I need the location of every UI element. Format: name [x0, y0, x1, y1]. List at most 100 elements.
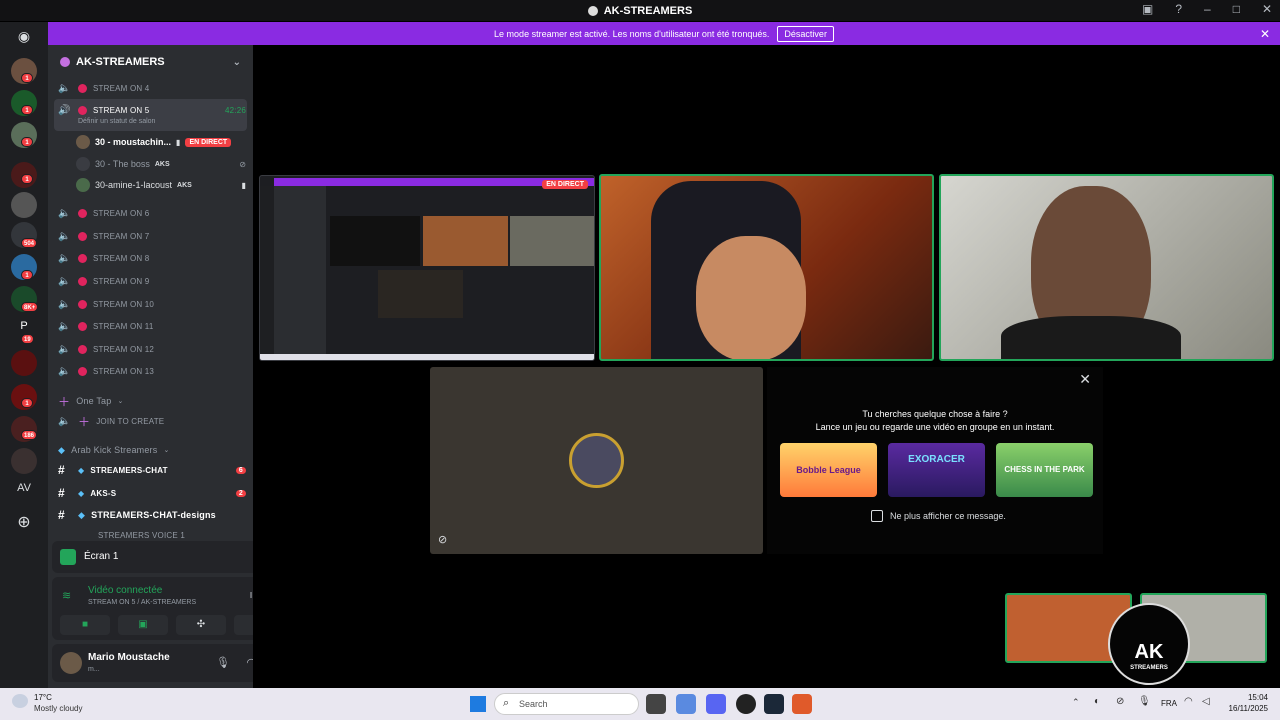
speaker-icon: 🔈 [58, 415, 71, 427]
windows-start-icon[interactable] [470, 696, 486, 712]
voice-channel[interactable]: 🔈 STREAM ON 11 [58, 317, 246, 335]
voice-channel[interactable]: 🔈 STREAM ON 4 [58, 79, 246, 97]
maximize-icon[interactable]: □ [1233, 2, 1240, 16]
game-card[interactable]: EXORACER [888, 443, 985, 497]
discord-taskbar-icon[interactable] [706, 694, 726, 714]
tray-icon[interactable]: ◐ [1094, 696, 1100, 707]
server-icon[interactable] [11, 448, 37, 474]
text-channel[interactable]: # ◆ AKS-S 2 [58, 484, 246, 502]
language-indicator[interactable]: FRA [1161, 699, 1177, 708]
microphone-icon[interactable]: 🎙 [1138, 696, 1151, 707]
avatar[interactable] [60, 652, 82, 674]
channel-emoji [78, 105, 87, 115]
channel-status[interactable]: Définir un statut de salon [78, 118, 155, 125]
weather-cloud-icon[interactable] [12, 694, 28, 708]
text-channel[interactable]: # ◆ STREAMERS-CHAT 6 [58, 461, 246, 479]
task-view-icon[interactable] [646, 694, 666, 714]
server-icon[interactable] [11, 350, 37, 376]
server-label[interactable]: AV [11, 482, 37, 500]
server-badge: 1 [21, 270, 33, 280]
server-badge: 1 [21, 174, 33, 184]
voice-channel[interactable]: 🔈 STREAM ON 6 [58, 204, 246, 222]
text-channel[interactable]: # ◆ STREAMERS-CHAT-designs [58, 506, 246, 524]
video-tile-amine[interactable] [939, 174, 1274, 361]
taskbar-search[interactable]: ⌕ Search [494, 693, 639, 715]
ak-streamers-logo: AK STREAMERS [1108, 603, 1190, 685]
user-name[interactable]: Mario Moustache [88, 652, 170, 663]
activity-title: Tu cherches quelque chose à faire ? [862, 409, 1008, 419]
game-card[interactable]: CHESS IN THE PARK [996, 443, 1093, 497]
game-card[interactable]: Bobble League [780, 443, 877, 497]
unread-badge: 2 [235, 489, 246, 497]
steam-icon[interactable] [764, 694, 784, 714]
voice-channel-path[interactable]: STREAM ON 5 / AK-STREAMERS [88, 599, 196, 606]
voice-channel-active[interactable]: 🔊 STREAM ON 5 42:26 [58, 101, 246, 119]
voice-status[interactable]: Vidéo connectée [88, 585, 162, 596]
close-icon[interactable]: ✕ [1262, 2, 1272, 16]
clock-date[interactable]: 16/11/2025 [1218, 704, 1268, 713]
wifi-icon[interactable]: ◠ [1184, 696, 1193, 707]
activities-icon[interactable]: ✣ [176, 615, 226, 635]
voice-channel[interactable]: 🔈 STREAM ON 12 [58, 340, 246, 358]
server-logo-icon [587, 5, 598, 16]
join-to-create-channel[interactable]: 🔈 ＋ JOIN TO CREATE [58, 412, 246, 430]
voice-channel[interactable]: 🔈 STREAM ON 9 [58, 272, 246, 290]
voice-channel[interactable]: 🔈 STREAM ON 8 [58, 249, 246, 267]
banner-text: Le mode streamer est activé. Les noms d'… [494, 28, 770, 39]
obs-icon[interactable] [736, 694, 756, 714]
speaker-icon: 🔊 [58, 104, 71, 116]
discord-icon[interactable]: ◉ [11, 28, 37, 48]
hash-icon: # [58, 508, 65, 522]
streamer-mode-banner: Le mode streamer est activé. Les noms d'… [48, 22, 1280, 45]
channel-emoji [78, 366, 87, 376]
weather-temp[interactable]: 17°C [34, 693, 52, 702]
disable-streamer-mode-button[interactable]: Désactiver [777, 25, 834, 42]
copilot-icon[interactable] [676, 694, 696, 714]
category-arab-kick[interactable]: ◆ Arab Kick Streamers ⌄ [58, 441, 246, 459]
voice-timer: 42:26 [224, 105, 246, 115]
server-icon[interactable] [11, 192, 37, 218]
add-server-icon[interactable]: ⊕ [11, 512, 37, 532]
text-channel-cut[interactable]: STREAMERS VOICE 1 [58, 531, 246, 539]
voice-channel[interactable]: 🔈 STREAM ON 7 [58, 227, 246, 245]
inbox-icon[interactable]: ▣ [1142, 2, 1153, 16]
tray-icon[interactable]: ⊘ [1116, 696, 1124, 707]
volume-icon[interactable]: ◁ [1202, 696, 1210, 707]
screen-share-icon [60, 549, 76, 565]
video-tile-moustache[interactable] [599, 174, 934, 361]
clock-time[interactable]: 15:04 [1226, 693, 1268, 702]
weather-desc[interactable]: Mostly cloudy [34, 704, 82, 713]
close-icon[interactable]: ✕ [1079, 371, 1091, 388]
banner-close-icon[interactable]: ✕ [1260, 27, 1270, 41]
screen-share-icon[interactable]: ▣ [118, 615, 168, 635]
microphone-icon[interactable]: 🎙 [216, 656, 230, 669]
screen-share-tile[interactable]: EN DIRECT [259, 175, 595, 361]
voice-member[interactable]: 30 - The boss AKS ⊘ [76, 155, 246, 173]
chevron-down-icon: ⌄ [117, 398, 124, 405]
dont-show-checkbox[interactable] [871, 510, 883, 522]
avatar-tile[interactable]: ⊘ [430, 367, 763, 554]
category-one-tap[interactable]: ＋ One Tap ⌄ [58, 392, 246, 410]
title-bar: AK-STREAMERS ▣ ? – □ ✕ [0, 0, 1280, 21]
hash-icon: # [58, 463, 65, 477]
voice-member[interactable]: 30-amine-1-lacoust AKS ▮ [76, 176, 246, 194]
voice-channel[interactable]: 🔈 STREAM ON 10 [58, 295, 246, 313]
server-badge: 1 [21, 137, 33, 147]
avatar [76, 157, 90, 171]
voice-member[interactable]: 30 - moustachin... ▮ EN DIRECT [76, 133, 246, 151]
server-badge: 8K+ [21, 302, 39, 312]
camera-icon[interactable]: ■ [60, 615, 110, 635]
app-icon[interactable] [792, 694, 812, 714]
diamond-icon: ◆ [78, 488, 85, 498]
minimize-icon[interactable]: – [1204, 2, 1211, 16]
voice-channel[interactable]: 🔈 STREAM ON 13 [58, 362, 246, 380]
help-icon[interactable]: ? [1175, 2, 1182, 16]
camera-off-icon: ⊘ [438, 534, 448, 546]
chevron-up-icon[interactable]: ⌃ [1072, 697, 1080, 708]
speaker-icon: 🔈 [58, 82, 71, 94]
diamond-icon: ◆ [58, 444, 66, 455]
activity-subtitle: Lance un jeu ou regarde une vidéo en gro… [815, 422, 1055, 432]
speaker-icon: 🔈 [58, 230, 71, 242]
server-header[interactable]: AK-STREAMERS ⌄ [48, 45, 253, 79]
channel-emoji [78, 321, 87, 331]
